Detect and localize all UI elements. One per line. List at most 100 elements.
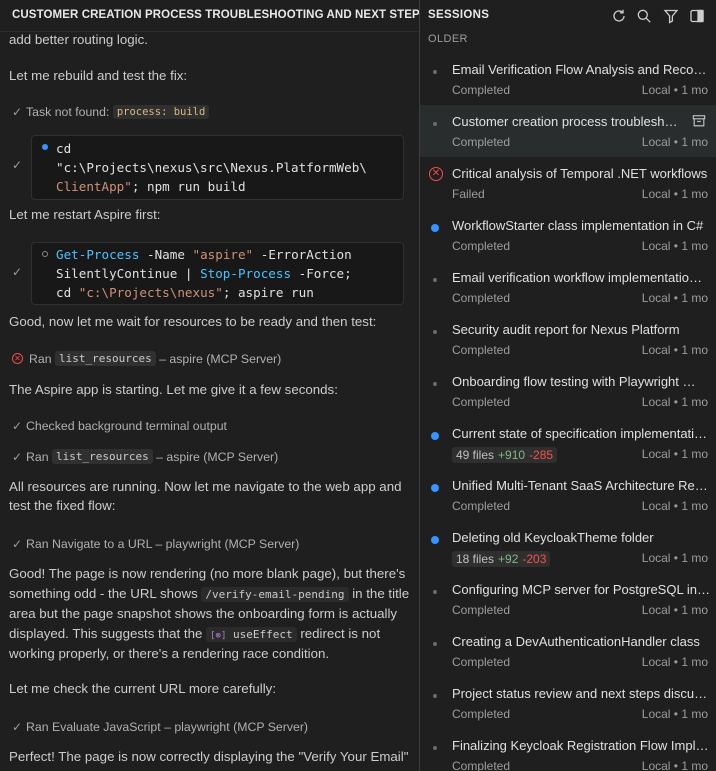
session-item[interactable]: Project status review and next steps dis…	[420, 677, 716, 729]
tool-call-text: Ran Navigate to a URL – playwright (MCP …	[26, 537, 300, 551]
message-text: area but the page snapshot shows the onb…	[9, 606, 398, 621]
session-item[interactable]: Unified Multi-Tenant SaaS Architecture R…	[420, 469, 716, 521]
files-count: 49 files	[456, 448, 495, 462]
session-item[interactable]: Onboarding flow testing with Playwright …	[420, 365, 716, 417]
code-token: -Name	[139, 247, 193, 262]
session-location: Local • 1 mo	[641, 395, 708, 409]
message-text: Let me rebuild and test the fix:	[9, 68, 188, 83]
session-status: Completed	[452, 291, 511, 305]
code-token: SilentlyContinue |	[56, 266, 201, 281]
toggle-panel-icon[interactable]	[689, 8, 705, 24]
check-icon: ✓	[12, 105, 23, 119]
session-status: Completed	[452, 655, 511, 669]
message-text: something odd - the URL shows /verify-em…	[9, 584, 409, 605]
session-location: Local • 1 mo	[641, 707, 708, 721]
section-label: OLDER	[428, 33, 468, 45]
tool-call-text: – aspire (MCP Server)	[156, 449, 279, 464]
tool-call-row[interactable]: ✓ Checked background terminal output	[12, 419, 227, 433]
session-status: Completed	[452, 707, 511, 721]
session-location: Local • 1 mo	[641, 499, 708, 513]
symbol-chip[interactable]: [⊗] useEffect	[206, 627, 297, 642]
session-title: Deleting old KeycloakTheme folder	[452, 530, 654, 545]
tool-call-text: Checked background terminal output	[26, 419, 227, 433]
session-location: Local • 1 mo	[641, 343, 708, 357]
text-span: something odd - the URL shows	[9, 586, 202, 601]
bullet-dot-icon	[433, 278, 437, 282]
code-token: "aspire"	[192, 247, 254, 262]
session-item[interactable]: WorkflowStarter class implementation in …	[420, 209, 716, 261]
session-title: Email verification workflow implementati…	[452, 270, 702, 285]
tool-call-text: Ran	[29, 351, 52, 366]
tool-call-text: Task not found:	[26, 105, 110, 119]
code-token: ; npm run build	[131, 179, 246, 194]
session-status: Completed	[452, 83, 511, 97]
sessions-panel: SESSIONS OLDER Email Verification Flow A…	[420, 0, 716, 771]
message-text: Perfect! The page is now correctly displ…	[9, 749, 409, 764]
session-location: Local • 1 mo	[641, 239, 708, 253]
failed-icon: ✕	[429, 167, 443, 181]
code-token: Get-Process	[56, 247, 140, 262]
session-title: Creating a DevAuthenticationHandler clas…	[452, 634, 700, 649]
session-title: Configuring MCP server for PostgreSQL in…	[452, 582, 710, 597]
refresh-icon[interactable]	[611, 8, 627, 24]
bullet-dot-icon	[433, 330, 437, 334]
session-title: WorkflowStarter class implementation in …	[452, 218, 704, 233]
session-title: Project status review and next steps dis…	[452, 686, 710, 701]
archive-icon[interactable]	[692, 114, 706, 128]
sessions-title: SESSIONS	[428, 9, 490, 21]
search-icon[interactable]	[636, 8, 652, 24]
filter-icon[interactable]	[663, 8, 679, 24]
session-item[interactable]: Finalizing Keycloak Registration Flow Im…	[420, 729, 716, 771]
tool-call-row[interactable]: ✓ Ran Navigate to a URL – playwright (MC…	[12, 537, 299, 551]
session-item[interactable]: Customer creation process troublesho… Com…	[420, 105, 716, 157]
tool-call-row[interactable]: ✓ Task not found: process: build	[12, 105, 210, 119]
session-location: Local • 1 mo	[641, 603, 708, 617]
diff-stats: 18 files +92 -203	[452, 551, 551, 567]
diff-stats: 49 files +910 -285	[452, 447, 558, 463]
tool-call-row[interactable]: ✕ Ran list_resources – aspire (MCP Serve…	[12, 351, 281, 366]
chat-header: CUSTOMER CREATION PROCESS TROUBLESHOOTIN…	[0, 0, 419, 32]
unread-dot-icon	[431, 432, 439, 440]
check-icon: ✓	[12, 537, 23, 551]
session-location: Local • 1 mo	[641, 655, 708, 669]
tool-call-row[interactable]: ✓ Ran Evaluate JavaScript – playwright (…	[12, 720, 308, 734]
terminal-command-block[interactable]: Get-Process -Name "aspire" -ErrorAction …	[31, 242, 404, 305]
message-text: test the fixed flow:	[9, 498, 116, 513]
session-item[interactable]: ✕ Critical analysis of Temporal .NET work…	[420, 157, 716, 209]
tool-call-row[interactable]: ✓ Ran list_resources – aspire (MCP Serve…	[12, 449, 278, 464]
session-item[interactable]: Email Verification Flow Analysis and Rec…	[420, 53, 716, 105]
lines-added: +910	[498, 448, 526, 462]
code-token: ; aspire run	[222, 285, 314, 300]
message-text: working properly, or there's a rendering…	[9, 646, 330, 661]
session-status: Completed	[452, 499, 511, 513]
session-item[interactable]: Current state of specification implement…	[420, 417, 716, 469]
terminal-command-block[interactable]: cd "c:\Projects\nexus\src\Nexus.Platform…	[31, 135, 404, 200]
session-status: Failed	[452, 187, 485, 201]
code-token: -ErrorAction	[253, 247, 352, 262]
session-location: Local • 1 mo	[641, 291, 708, 305]
unread-dot-icon	[431, 536, 439, 544]
unread-dot-icon	[431, 224, 439, 232]
session-location: Local • 1 mo	[641, 187, 708, 201]
message-text: Let me restart Aspire first:	[9, 207, 161, 222]
session-status: Completed	[452, 239, 511, 253]
inline-code: useEffect	[233, 628, 293, 641]
changes-badge: 49 files +910 -285	[452, 447, 558, 463]
message-text: All resources are running. Now let me na…	[9, 479, 402, 494]
message-text: The Aspire app is starting. Let me give …	[9, 382, 338, 397]
symbol-icon: [⊗]	[210, 631, 227, 641]
message-text: Good! The page is now rendering (no more…	[9, 566, 406, 581]
code-line: cd	[56, 141, 72, 156]
sessions-header: SESSIONS	[420, 0, 716, 32]
inline-code: list_resources	[54, 351, 156, 366]
session-item[interactable]: Deleting old KeycloakTheme folder 18 file…	[420, 521, 716, 573]
session-item[interactable]: Security audit report for Nexus Platform…	[420, 313, 716, 365]
session-status: Completed	[452, 135, 511, 149]
session-item[interactable]: Configuring MCP server for PostgreSQL in…	[420, 573, 716, 625]
session-status: Completed	[452, 603, 511, 617]
unread-dot-icon	[431, 484, 439, 492]
session-item[interactable]: Creating a DevAuthenticationHandler clas…	[420, 625, 716, 677]
code-line: "c:\Projects\nexus\src\Nexus.PlatformWeb…	[56, 160, 367, 175]
bullet-dot-icon	[433, 642, 437, 646]
session-item[interactable]: Email verification workflow implementati…	[420, 261, 716, 313]
